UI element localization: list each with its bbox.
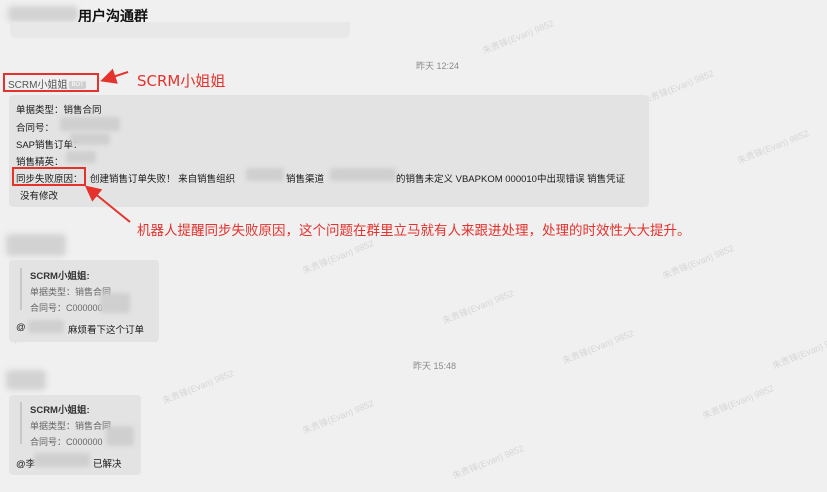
- quote-line: 单据类型：销售合同: [30, 287, 112, 297]
- reply-text: 麻烦看下这个订单: [68, 325, 145, 336]
- quote-sender: SCRM小姐姐:: [30, 405, 90, 416]
- reply-text: 已解决: [93, 459, 122, 470]
- quoted-message[interactable]: SCRM小姐姐: 单据类型：销售合同 合同号：C000000: [20, 268, 150, 313]
- timestamp: 昨天 15:48: [413, 361, 457, 371]
- redacted-text: [100, 293, 130, 313]
- redacted-text: [34, 453, 90, 467]
- avatar[interactable]: [6, 370, 46, 390]
- avatar[interactable]: [6, 234, 66, 256]
- arrow-to-sender: [100, 68, 129, 84]
- redacted-text: [106, 426, 134, 446]
- quote-line: 合同号：C000000: [30, 303, 103, 313]
- arrow-to-fail-reason: [84, 185, 131, 223]
- redacted-text: [28, 320, 64, 333]
- mention-prefix: @李: [16, 459, 36, 470]
- mention-prefix: @: [16, 322, 26, 333]
- quote-sender: SCRM小姐姐:: [30, 271, 90, 282]
